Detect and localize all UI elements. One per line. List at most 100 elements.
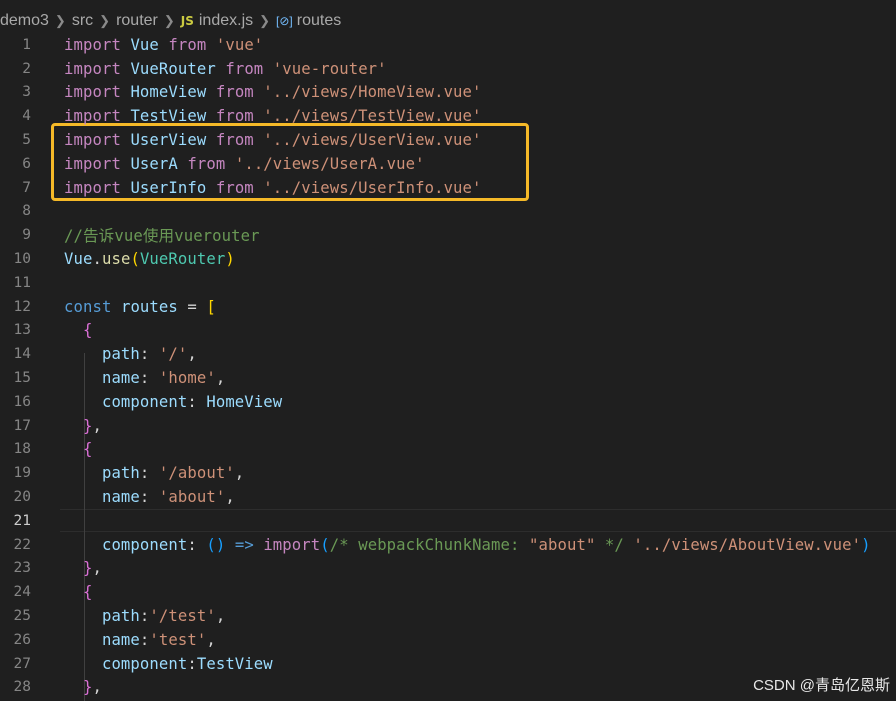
code-line[interactable]: 16 component: HomeView <box>0 390 896 414</box>
code-token: . <box>92 250 102 269</box>
breadcrumb-item-symbol[interactable]: routes <box>297 12 341 30</box>
code-token: () <box>206 535 226 554</box>
code-line[interactable]: 13 { <box>0 319 896 343</box>
code-token: routes <box>120 297 178 316</box>
code-line[interactable]: 3 import HomeView from '../views/HomeView… <box>0 81 896 105</box>
code-token: '../views/UserInfo.vue' <box>263 178 482 197</box>
code-text: import Vue from 'vue' <box>64 36 263 54</box>
line-number: 28 <box>13 679 31 696</box>
line-number: 8 <box>22 203 31 220</box>
code-line[interactable]: 19 path: '/about', <box>0 461 896 485</box>
code-token: '/about' <box>158 464 235 483</box>
code-token: "about" <box>529 535 596 554</box>
code-text: import UserA from '../views/UserA.vue' <box>64 155 425 173</box>
code-token: VueRouter <box>139 250 226 269</box>
code-line[interactable]: 21 <box>0 509 896 533</box>
code-token: : <box>139 488 159 507</box>
code-line[interactable]: 11 <box>0 271 896 295</box>
code-text: }, <box>64 678 102 696</box>
code-token: , <box>215 369 226 388</box>
code-line[interactable]: 17 }, <box>0 414 896 438</box>
line-number: 24 <box>13 584 31 601</box>
code-token: : <box>139 630 150 649</box>
code-token: , <box>92 559 102 578</box>
line-number: 10 <box>13 251 31 268</box>
line-number: 2 <box>22 60 31 77</box>
code-token: import <box>64 131 121 150</box>
code-line[interactable]: 4 import TestView from '../views/TestView… <box>0 104 896 128</box>
code-line[interactable]: 7 import UserInfo from '../views/UserInfo… <box>0 176 896 200</box>
line-number: 21 <box>13 512 31 529</box>
code-line[interactable]: 6 import UserA from '../views/UserA.vue' <box>0 152 896 176</box>
breadcrumb-item-router[interactable]: router <box>116 12 158 30</box>
line-number: 6 <box>22 155 31 172</box>
code-token: { <box>82 321 93 340</box>
code-token: name <box>101 630 140 649</box>
code-token: ) <box>225 250 235 269</box>
code-text: path: '/about', <box>64 464 244 482</box>
code-token: component <box>101 535 188 554</box>
code-line[interactable]: 20 name: 'about', <box>0 485 896 509</box>
line-number: 18 <box>13 441 31 458</box>
line-number: 26 <box>13 631 31 648</box>
code-token: 'test' <box>149 630 207 649</box>
code-line[interactable]: 27 component:TestView <box>0 652 896 676</box>
code-text: const routes = [ <box>64 298 216 316</box>
line-number: 9 <box>22 227 31 244</box>
code-token: from <box>225 59 264 78</box>
line-number: 13 <box>13 322 31 339</box>
breadcrumb-item-file[interactable]: index.js <box>199 12 253 30</box>
code-line[interactable]: 26 name:'test', <box>0 628 896 652</box>
code-line[interactable]: 2 import VueRouter from 'vue-router' <box>0 57 896 81</box>
chevron-right-icon: ❯ <box>259 13 271 28</box>
code-text: }, <box>64 417 102 435</box>
chevron-right-icon: ❯ <box>163 13 175 28</box>
code-line[interactable]: 22 component: () => import(/* webpackChu… <box>0 533 896 557</box>
code-line[interactable]: 9 //告诉vue使用vuerouter <box>0 223 896 247</box>
code-line[interactable]: 14 path: '/', <box>0 342 896 366</box>
code-line[interactable]: 10 Vue.use(VueRouter) <box>0 247 896 271</box>
code-token: UserView <box>130 131 207 150</box>
code-token: '../views/UserView.vue' <box>263 131 482 150</box>
code-line[interactable]: 12 const routes = [ <box>0 295 896 319</box>
code-token: '../views/AboutView.vue' <box>633 535 862 554</box>
code-token: , <box>187 345 197 364</box>
code-token: , <box>206 630 216 649</box>
code-text: Vue.use(VueRouter) <box>64 250 235 268</box>
code-token: TestView <box>130 107 207 126</box>
javascript-file-icon: JS <box>180 14 194 28</box>
code-editor[interactable]: 1 import Vue from 'vue' 2 import VueRouter … <box>0 33 896 701</box>
line-number: 20 <box>13 489 31 506</box>
code-token: , <box>92 416 102 435</box>
code-line[interactable]: 5 import UserView from '../views/UserView… <box>0 128 896 152</box>
code-token: '/' <box>158 345 188 364</box>
code-line[interactable]: 23 }, <box>0 557 896 581</box>
code-line[interactable]: 25 path:'/test', <box>0 604 896 628</box>
code-token: from <box>168 35 207 54</box>
code-line[interactable]: 8 <box>0 200 896 224</box>
code-token: ( <box>320 535 330 554</box>
breadcrumb-item-demo3[interactable]: demo3 <box>0 12 49 30</box>
line-number: 15 <box>13 370 31 387</box>
code-token: ) <box>861 535 871 554</box>
code-line[interactable]: 18 { <box>0 438 896 462</box>
code-line[interactable]: 24 { <box>0 580 896 604</box>
code-line[interactable]: 15 name: 'home', <box>0 366 896 390</box>
code-text: import VueRouter from 'vue-router' <box>64 60 387 78</box>
code-token: VueRouter <box>130 59 216 78</box>
breadcrumb-item-src[interactable]: src <box>72 12 93 30</box>
code-token: UserA <box>130 154 178 173</box>
code-line[interactable]: 1 import Vue from 'vue' <box>0 33 896 57</box>
code-token: { <box>82 440 93 459</box>
code-token: '../views/TestView.vue' <box>263 107 482 126</box>
